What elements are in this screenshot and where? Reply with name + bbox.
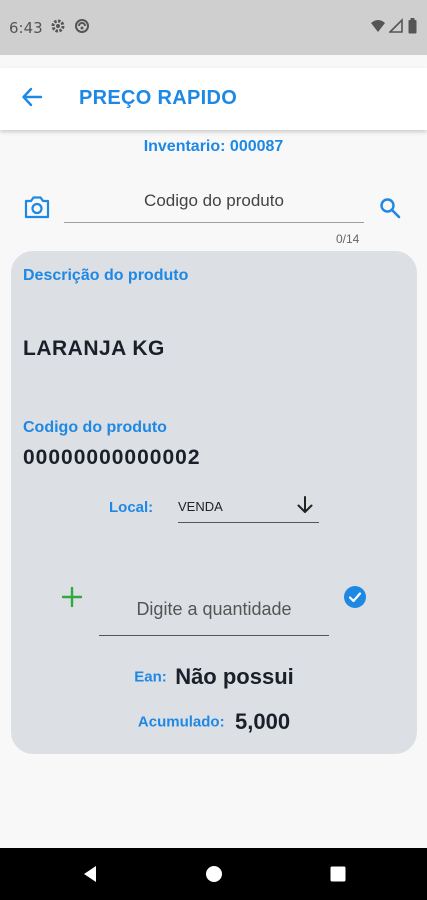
status-bar: 6:43 [0, 0, 427, 55]
character-counter: 0/14 [336, 232, 360, 246]
page-title: PREÇO RAPIDO [79, 87, 238, 109]
quantity-input[interactable] [99, 584, 329, 635]
product-name: LARANJA KG [23, 337, 165, 360]
product-card: Descrição do produto LARANJA KG Codigo d… [11, 251, 417, 754]
navigation-bar [0, 848, 427, 900]
wifi-icon [370, 18, 386, 39]
confirm-button[interactable] [344, 586, 366, 608]
local-selected-value: VENDA [178, 499, 223, 514]
signal-icon [388, 18, 403, 39]
product-code-field[interactable] [64, 180, 364, 223]
camera-icon [23, 196, 51, 224]
description-label: Descrição do produto [23, 267, 189, 284]
product-code-value: 00000000000002 [23, 446, 201, 469]
product-code-input[interactable] [64, 180, 364, 222]
accumulated-label: Acumulado: [137, 713, 225, 731]
local-dropdown[interactable]: VENDA [178, 490, 319, 523]
home-circle-icon[interactable] [204, 864, 224, 884]
settings-gear-icon [50, 18, 66, 39]
ean-row: Ean: Não possui [11, 664, 417, 690]
quantity-field[interactable] [99, 584, 329, 636]
local-label: Local: [109, 499, 154, 516]
accumulated-value: 5,000 [235, 709, 291, 734]
app-bar: PREÇO RAPIDO [0, 68, 427, 130]
sync-icon [74, 18, 90, 39]
search-button[interactable] [378, 196, 404, 222]
search-icon [378, 198, 402, 224]
battery-icon [408, 18, 417, 39]
plus-icon [61, 586, 83, 612]
arrow-left-icon [21, 86, 43, 113]
back-triangle-icon[interactable] [80, 864, 100, 884]
accumulated-row: Acumulado: 5,000 [11, 709, 417, 735]
arrow-down-icon [295, 495, 315, 520]
back-button[interactable] [15, 82, 49, 116]
product-code-label: Codigo do produto [23, 419, 167, 436]
inventory-number: Inventario: 000087 [143, 138, 284, 155]
check-circle-icon [344, 586, 366, 612]
camera-button[interactable] [23, 194, 53, 222]
ean-value: Não possui [175, 664, 294, 689]
ean-label: Ean: [134, 668, 167, 686]
recents-square-icon[interactable] [328, 864, 348, 884]
add-quantity-button[interactable] [61, 586, 85, 610]
status-time: 6:43 [9, 19, 43, 37]
